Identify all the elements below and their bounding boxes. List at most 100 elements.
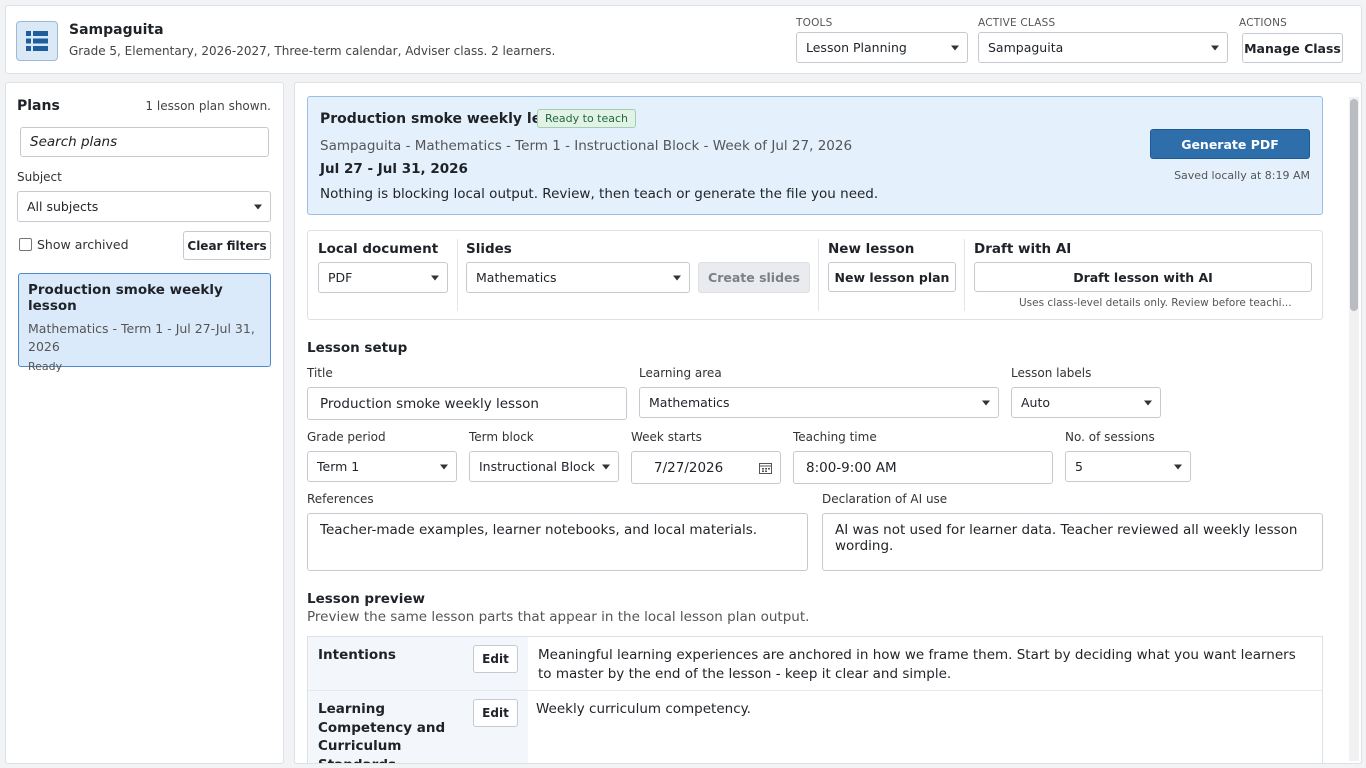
clear-filters-button[interactable]: Clear filters <box>183 231 271 260</box>
lesson-labels-value: Auto <box>1021 395 1051 410</box>
slides-select[interactable]: Mathematics <box>466 262 690 293</box>
draft-ai-note: Uses class-level details only. Review be… <box>1019 297 1292 309</box>
create-slides-button[interactable]: Create slides <box>698 262 810 293</box>
chevron-down-icon <box>1211 45 1219 50</box>
references-textarea[interactable]: Teacher-made examples, learner notebooks… <box>307 513 808 571</box>
subject-select-value: All subjects <box>27 199 99 214</box>
tools-label: TOOLS <box>796 17 833 29</box>
preview-row-name: Learning Competency and Curriculum Stand… <box>318 701 446 763</box>
chevron-down-icon <box>602 464 610 469</box>
plan-item-status: Ready <box>28 360 63 373</box>
term-block-value: Instructional Block <box>479 459 595 474</box>
lesson-preview-subtitle: Preview the same lesson parts that appea… <box>307 609 810 625</box>
plans-count: 1 lesson plan shown. <box>145 99 271 113</box>
lesson-labels-select[interactable]: Auto <box>1011 387 1161 418</box>
chevron-down-icon <box>254 204 262 209</box>
new-lesson-label: New lesson <box>828 241 915 257</box>
subject-select[interactable]: All subjects <box>17 191 271 222</box>
actions-label: ACTIONS <box>1239 17 1288 29</box>
lesson-preview-table: Intentions Edit Meaningful learning expe… <box>307 636 1323 763</box>
ai-declaration-textarea[interactable]: AI was not used for learner data. Teache… <box>822 513 1323 571</box>
output-tools: Local document PDF Slides Mathematics Cr… <box>307 230 1323 320</box>
class-name: Sampaguita <box>69 22 164 38</box>
preview-row: Intentions Edit Meaningful learning expe… <box>308 637 1322 691</box>
divider <box>964 239 965 311</box>
teaching-time-label: Teaching time <box>793 430 877 444</box>
active-class-value: Sampaguita <box>988 40 1064 55</box>
chevron-down-icon <box>951 45 959 50</box>
tools-select[interactable]: Lesson Planning <box>796 32 968 63</box>
app-header: Sampaguita Grade 5, Elementary, 2026-202… <box>5 5 1362 74</box>
term-block-select[interactable]: Instructional Block <box>469 451 619 482</box>
active-class-label: ACTIVE CLASS <box>978 17 1056 29</box>
preview-row: Learning Competency and Curriculum Stand… <box>308 691 1322 763</box>
lesson-dates: Jul 27 - Jul 31, 2026 <box>320 161 468 177</box>
active-class-select[interactable]: Sampaguita <box>978 32 1228 63</box>
search-plans-input[interactable]: Search plans <box>20 127 269 157</box>
preview-row-content: Weekly curriculum competency. <box>536 701 751 717</box>
main-scrollbar[interactable] <box>1349 97 1359 761</box>
chevron-down-icon <box>673 275 681 280</box>
preview-row-content: Meaningful learning experiences are anch… <box>538 647 1296 682</box>
term-block-label: Term block <box>469 430 534 444</box>
week-starts-label: Week starts <box>631 430 702 444</box>
saved-status: Saved locally at 8:19 AM <box>1174 169 1310 182</box>
chevron-down-icon <box>1174 464 1182 469</box>
slides-label: Slides <box>466 241 512 257</box>
chevron-down-icon <box>1144 400 1152 405</box>
manage-class-button[interactable]: Manage Class <box>1242 33 1343 63</box>
sessions-value: 5 <box>1075 459 1083 474</box>
local-document-label: Local document <box>318 241 439 257</box>
plan-item-subtitle: Mathematics - Term 1 - Jul 27-Jul 31, 20… <box>28 321 255 354</box>
sessions-select[interactable]: 5 <box>1065 451 1191 482</box>
chevron-down-icon <box>440 464 448 469</box>
subject-label: Subject <box>17 170 62 184</box>
plan-list-item[interactable]: Production smoke weekly lesson Mathemati… <box>18 273 271 373</box>
tools-select-value: Lesson Planning <box>806 40 907 55</box>
grade-period-label: Grade period <box>307 430 386 444</box>
week-starts-input[interactable]: 7/27/2026 <box>631 451 781 484</box>
learning-area-select[interactable]: Mathematics <box>639 387 999 418</box>
class-description: Grade 5, Elementary, 2026-2027, Three-te… <box>69 44 556 58</box>
sessions-label: No. of sessions <box>1065 430 1155 444</box>
chevron-down-icon <box>431 275 439 280</box>
chevron-down-icon <box>982 400 990 405</box>
preview-row-name: Intentions <box>318 647 396 663</box>
learning-area-label: Learning area <box>639 366 722 380</box>
new-lesson-plan-button[interactable]: New lesson plan <box>828 262 956 292</box>
teaching-time-input[interactable]: 8:00-9:00 AM <box>793 451 1053 484</box>
list-menu-icon[interactable] <box>16 21 58 61</box>
local-document-value: PDF <box>328 270 353 285</box>
calendar-icon[interactable] <box>759 462 772 478</box>
show-archived-label[interactable]: Show archived <box>37 237 129 252</box>
divider <box>818 239 819 311</box>
ai-declaration-label: Declaration of AI use <box>822 492 948 506</box>
edit-competency-button[interactable]: Edit <box>473 699 518 727</box>
lesson-path: Sampaguita - Mathematics - Term 1 - Inst… <box>320 138 853 154</box>
plan-item-title: Production smoke weekly lesson <box>28 282 223 314</box>
draft-ai-label: Draft with AI <box>974 241 1072 257</box>
divider <box>457 239 458 311</box>
learning-area-value: Mathematics <box>649 395 730 410</box>
draft-lesson-ai-button[interactable]: Draft lesson with AI <box>974 262 1312 292</box>
status-badge: Ready to teach <box>537 109 637 128</box>
title-input[interactable]: Production smoke weekly lesson <box>307 387 627 420</box>
edit-intentions-button[interactable]: Edit <box>473 645 518 673</box>
lesson-editor: Production smoke weekly lesson Ready to … <box>294 82 1362 764</box>
week-starts-value: 7/27/2026 <box>654 459 724 476</box>
lesson-preview-title: Lesson preview <box>307 591 425 607</box>
lesson-labels-label: Lesson labels <box>1011 366 1092 380</box>
plans-sidebar: Plans 1 lesson plan shown. Search plans … <box>5 82 284 764</box>
grade-period-value: Term 1 <box>317 459 360 474</box>
status-message: Nothing is blocking local output. Review… <box>320 186 879 202</box>
slides-select-value: Mathematics <box>476 270 557 285</box>
references-label: References <box>307 492 374 506</box>
title-label: Title <box>307 366 333 380</box>
show-archived-checkbox[interactable] <box>19 238 32 251</box>
lesson-status-panel: Production smoke weekly lesson Ready to … <box>307 96 1323 215</box>
grade-period-select[interactable]: Term 1 <box>307 451 457 482</box>
local-document-select[interactable]: PDF <box>318 262 448 293</box>
generate-pdf-button[interactable]: Generate PDF <box>1150 129 1310 159</box>
plans-title: Plans <box>17 98 60 114</box>
scrollbar-thumb[interactable] <box>1350 99 1358 311</box>
